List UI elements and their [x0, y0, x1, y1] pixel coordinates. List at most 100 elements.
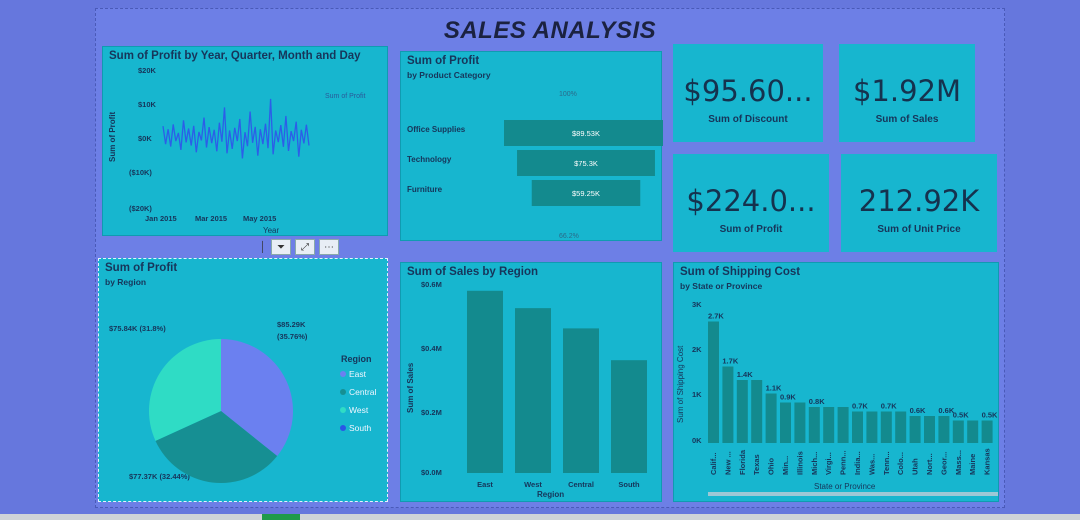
- x-tick: Tenn...: [882, 451, 891, 475]
- x-tick: Mar 2015: [195, 214, 227, 223]
- x-tick: East: [477, 480, 493, 489]
- focus-mode-icon[interactable]: ⤢: [295, 239, 315, 255]
- pie-label-top-right: $85.29K: [277, 320, 306, 329]
- data-label: 0.9K: [780, 393, 796, 402]
- kpi-profit-label: Sum of Profit: [719, 224, 783, 235]
- y-tick: $0.6M: [421, 280, 442, 289]
- region-bar[interactable]: [563, 328, 599, 473]
- region-bar[interactable]: [467, 290, 503, 473]
- y-tick: 0K: [692, 436, 702, 445]
- kpi-discount-value: $95.60...: [683, 74, 813, 108]
- shipping-bar[interactable]: [866, 411, 878, 444]
- y-tick: $0.0M: [421, 468, 442, 477]
- x-tick: Central: [568, 480, 594, 489]
- pie-label-left: $75.84K (31.8%): [109, 324, 166, 333]
- shipping-bar[interactable]: [823, 407, 835, 443]
- y-tick: $10K: [138, 100, 157, 109]
- region-bar-panel[interactable]: Sum of Sales by Region $0.6M $0.4M $0.2M…: [400, 262, 662, 502]
- x-tick: Ohio: [767, 458, 776, 475]
- kpi-discount-card[interactable]: $95.60... Sum of Discount: [673, 44, 823, 142]
- shipping-bar[interactable]: [837, 407, 849, 443]
- x-axis-label: Region: [537, 490, 564, 499]
- y-tick: 1K: [692, 390, 702, 399]
- region-bar[interactable]: [515, 308, 551, 473]
- pie-legend-title: Region: [341, 354, 372, 364]
- more-options-icon[interactable]: ⋯: [319, 239, 339, 255]
- shipping-bar[interactable]: [708, 321, 719, 444]
- profit-series-line: [162, 98, 310, 159]
- y-tick: 3K: [692, 300, 702, 309]
- shipping-bar[interactable]: [751, 380, 763, 443]
- x-tick: Penn...: [839, 450, 848, 475]
- screen: SALES ANALYSIS Sum of Profit by Year, Qu…: [0, 0, 1080, 514]
- taskbar: [0, 514, 1080, 520]
- taskbar-app-indicator[interactable]: [262, 514, 300, 520]
- x-tick: West: [524, 480, 542, 489]
- x-axis-label: Year: [263, 226, 280, 235]
- y-tick: $0K: [138, 134, 152, 143]
- legend-swatch: [340, 371, 346, 377]
- shipping-bar[interactable]: [895, 411, 907, 444]
- kpi-profit-value: $224.0...: [686, 184, 816, 218]
- legend-label: Sum of Profit: [325, 93, 366, 100]
- shipping-bar[interactable]: [880, 411, 892, 444]
- x-tick: Utah: [911, 458, 920, 475]
- shipping-bar[interactable]: [722, 366, 734, 444]
- data-label: 0.6K: [910, 406, 926, 415]
- kpi-unit-price-card[interactable]: 212.92K Sum of Unit Price: [841, 154, 997, 252]
- shipping-bar[interactable]: [924, 416, 935, 443]
- x-tick: Geor...: [939, 452, 948, 475]
- funnel-chart: 100% 66.2% $89.53K Office Supplies $75.3K T…: [407, 91, 663, 240]
- shipping-bar[interactable]: [808, 407, 820, 443]
- x-tick: Min...: [781, 456, 790, 475]
- x-tick: Illinois: [795, 451, 804, 475]
- shipping-bar[interactable]: [981, 420, 993, 444]
- pie-label-top-right-pct: (35.76%): [277, 332, 308, 341]
- legend-label[interactable]: Central: [349, 387, 377, 397]
- kpi-profit-card[interactable]: $224.0... Sum of Profit: [673, 154, 829, 252]
- y-tick: $20K: [138, 66, 157, 75]
- y-tick: ($10K): [129, 168, 152, 177]
- legend-label[interactable]: East: [349, 369, 367, 379]
- kpi-sales-label: Sum of Sales: [875, 114, 939, 125]
- kpi-unit-price-value: 212.92K: [858, 184, 980, 218]
- shipping-bar[interactable]: [938, 416, 950, 443]
- data-label: 0.7K: [852, 402, 868, 411]
- x-tick: May 2015: [243, 214, 276, 223]
- shipping-bar[interactable]: [736, 380, 748, 443]
- data-label: 0.8K: [809, 397, 825, 406]
- legend-label[interactable]: South: [349, 423, 371, 433]
- shipping-bar[interactable]: [909, 416, 921, 443]
- shipping-bar[interactable]: [794, 402, 806, 444]
- pie-label-bottom: $77.37K (32.44%): [129, 472, 190, 481]
- funnel-panel[interactable]: Sum of Profit by Product Category 100% 6…: [400, 51, 663, 241]
- x-tick: Colo...: [896, 452, 905, 475]
- region-bar[interactable]: [611, 360, 647, 473]
- kpi-discount-label: Sum of Discount: [708, 114, 788, 125]
- horizontal-scrollbar[interactable]: [708, 492, 998, 496]
- data-label: 1.7K: [722, 357, 738, 366]
- report-canvas: SALES ANALYSIS Sum of Profit by Year, Qu…: [95, 8, 1005, 508]
- data-label: 0.5K: [953, 411, 969, 420]
- kpi-sales-card[interactable]: $1.92M Sum of Sales: [839, 44, 975, 142]
- x-tick: Calif...: [709, 452, 718, 475]
- y-tick: $0.2M: [421, 408, 442, 417]
- funnel-category-label: Technology: [407, 155, 452, 164]
- profit-time-panel[interactable]: Sum of Profit by Year, Quarter, Month an…: [102, 46, 388, 236]
- shipping-bar[interactable]: [765, 393, 777, 444]
- x-tick: Was...: [867, 454, 876, 475]
- y-axis-label: Sum of Shipping Cost: [676, 345, 685, 423]
- filter-icon[interactable]: ⏷: [271, 239, 291, 255]
- kpi-unit-price-label: Sum of Unit Price: [877, 224, 961, 235]
- shipping-bar[interactable]: [967, 420, 979, 444]
- shipping-bar[interactable]: [852, 411, 863, 444]
- shipping-panel[interactable]: Sum of Shipping Cost by State or Provinc…: [673, 262, 999, 502]
- legend-label[interactable]: West: [349, 405, 369, 415]
- y-tick: 2K: [692, 345, 702, 354]
- pie-panel[interactable]: Sum of Profit by Region $75.84K (31.8%) …: [98, 258, 388, 502]
- legend-swatch: [340, 389, 346, 395]
- funnel-bar-label: $75.3K: [574, 159, 598, 168]
- shipping-bar[interactable]: [952, 420, 964, 444]
- shipping-bar[interactable]: [780, 402, 791, 444]
- kpi-sales-value: $1.92M: [852, 74, 962, 108]
